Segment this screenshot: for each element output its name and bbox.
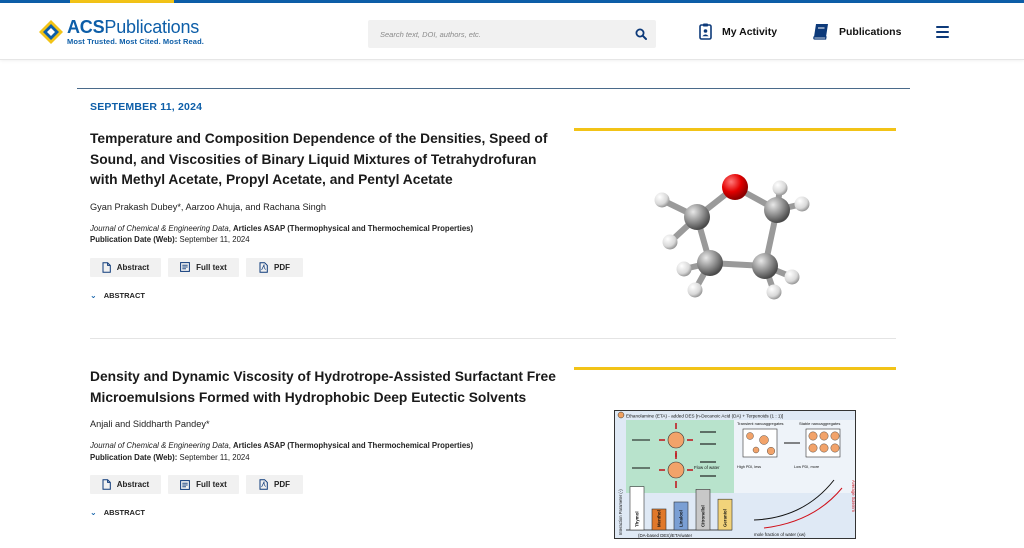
abstract-toggle-label: ABSTRACT — [103, 508, 145, 517]
transient-label: Transient nanoaggregates — [737, 421, 784, 426]
pubdate-value: September 11, 2024 — [179, 452, 250, 462]
issue-date: SEPTEMBER 11, 2024 — [90, 101, 203, 113]
search-bar — [368, 20, 656, 48]
publications-link[interactable]: Publications — [813, 23, 901, 40]
chevron-down-icon: ⌄ — [90, 290, 97, 300]
my-activity-link[interactable]: My Activity — [699, 23, 777, 40]
article-pubdate: Publication Date (Web): September 11, 20… — [90, 452, 560, 464]
book-icon — [813, 23, 829, 40]
abstract-toggle-label: ABSTRACT — [103, 290, 145, 300]
mole-fraction-label: mole fraction of water (xw) — [754, 532, 806, 537]
pdf-icon — [259, 261, 268, 273]
abstract-toggle[interactable]: ⌄ ABSTRACT — [90, 508, 560, 517]
journal-name[interactable]: Journal of Chemical & Engineering Data — [90, 441, 229, 450]
search-button[interactable] — [626, 20, 656, 48]
toc-graphic-accent — [574, 128, 896, 131]
hamburger-menu-icon[interactable] — [936, 26, 949, 41]
stable-label: Stable nanoaggregates — [799, 421, 840, 426]
article-journal: Journal of Chemical & Engineering Data, … — [90, 223, 474, 233]
toc-graphic-microemulsion[interactable]: Ethanolamine (ETA) - added DES [n-Decano… — [614, 410, 856, 539]
bar-label: Menthol — [657, 510, 662, 527]
search-input[interactable] — [368, 20, 626, 48]
toc-graphic-molecule[interactable] — [640, 160, 820, 310]
pubdate-label: Publication Date (Web): — [90, 235, 178, 244]
article-title[interactable]: Temperature and Composition Dependence o… — [90, 129, 560, 191]
publications-label: Publications — [839, 25, 902, 38]
acs-logo[interactable]: ACSPublications Most Trusted. Most Cited… — [38, 18, 204, 46]
full-text-button-label: Full text — [196, 262, 227, 272]
pdf-button-label: PDF — [274, 480, 290, 489]
article-item: Density and Dynamic Viscosity of Hydrotr… — [90, 367, 560, 517]
des-label: (DA-based DES)/ETA/water — [638, 533, 693, 538]
article-separator — [90, 338, 896, 339]
acs-logo-icon — [38, 19, 64, 45]
bar-label: Geraniol — [723, 509, 728, 527]
high-pdi-label: High PDI, less — [737, 465, 761, 469]
article-pubdate: Publication Date (Web): September 11, 20… — [90, 234, 560, 246]
full-text-button-label: Full text — [196, 480, 227, 489]
interaction-parameter-label: Interaction Parameter (-) — [618, 489, 623, 535]
full-text-icon — [180, 262, 191, 272]
journal-name[interactable]: Journal of Chemical & Engineering Data — [90, 224, 229, 233]
my-activity-label: My Activity — [722, 25, 778, 38]
document-icon — [102, 261, 111, 273]
article-journal: Journal of Chemical & Engineering Data, … — [90, 441, 474, 450]
journal-section: Articles ASAP (Thermophysical and Thermo… — [233, 223, 474, 233]
abstract-button[interactable]: Abstract — [90, 257, 161, 277]
pdf-button[interactable]: PDF — [246, 257, 303, 277]
pubdate-label: Publication Date (Web): — [90, 452, 178, 462]
pdf-button[interactable]: PDF — [246, 475, 303, 494]
logo-tagline: Most Trusted. Most Cited. Most Read. — [67, 37, 204, 46]
full-text-button[interactable]: Full text — [168, 257, 239, 277]
flow-label: Flow of water — [694, 465, 720, 470]
low-pdi-label: Low PDI, more — [794, 465, 819, 469]
chevron-down-icon: ⌄ — [90, 508, 97, 517]
pdf-button-label: PDF — [274, 262, 290, 272]
toc-graphic-accent — [574, 367, 896, 370]
pubdate-value: September 11, 2024 — [179, 235, 250, 244]
date-divider — [77, 88, 910, 89]
journal-section: Articles ASAP (Thermophysical and Thermo… — [233, 441, 474, 450]
bar-label: Linalool — [679, 510, 684, 527]
article-authors: Anjali and Siddharth Pandey* — [90, 419, 210, 429]
article-item: Temperature and Composition Dependence o… — [90, 129, 560, 300]
abstract-button-label: Abstract — [116, 480, 150, 489]
full-text-button[interactable]: Full text — [168, 475, 239, 494]
average-size-label: Average Size/nm — [851, 480, 856, 512]
article-authors: Gyan Prakash Dubey*, Aarzoo Ahuja, and R… — [90, 201, 326, 212]
abstract-toggle[interactable]: ⌄ ABSTRACT — [90, 291, 560, 300]
clipboard-user-icon — [699, 23, 712, 40]
pdf-icon — [259, 479, 268, 490]
bar-label: Citronellol — [701, 505, 706, 527]
search-icon — [635, 28, 647, 40]
bar-label: Thymol — [635, 511, 640, 527]
logo-name-suffix: Publications — [104, 17, 200, 37]
document-icon — [102, 479, 111, 490]
graphic-header: Ethanolamine (ETA) - added DES [n-Decano… — [626, 414, 783, 419]
logo-name: ACS — [67, 17, 105, 37]
abstract-button[interactable]: Abstract — [90, 475, 161, 494]
article-title[interactable]: Density and Dynamic Viscosity of Hydrotr… — [90, 367, 560, 408]
full-text-icon — [180, 479, 191, 490]
abstract-button-label: Abstract — [116, 262, 150, 272]
site-header: ACSPublications Most Trusted. Most Cited… — [0, 3, 1024, 60]
